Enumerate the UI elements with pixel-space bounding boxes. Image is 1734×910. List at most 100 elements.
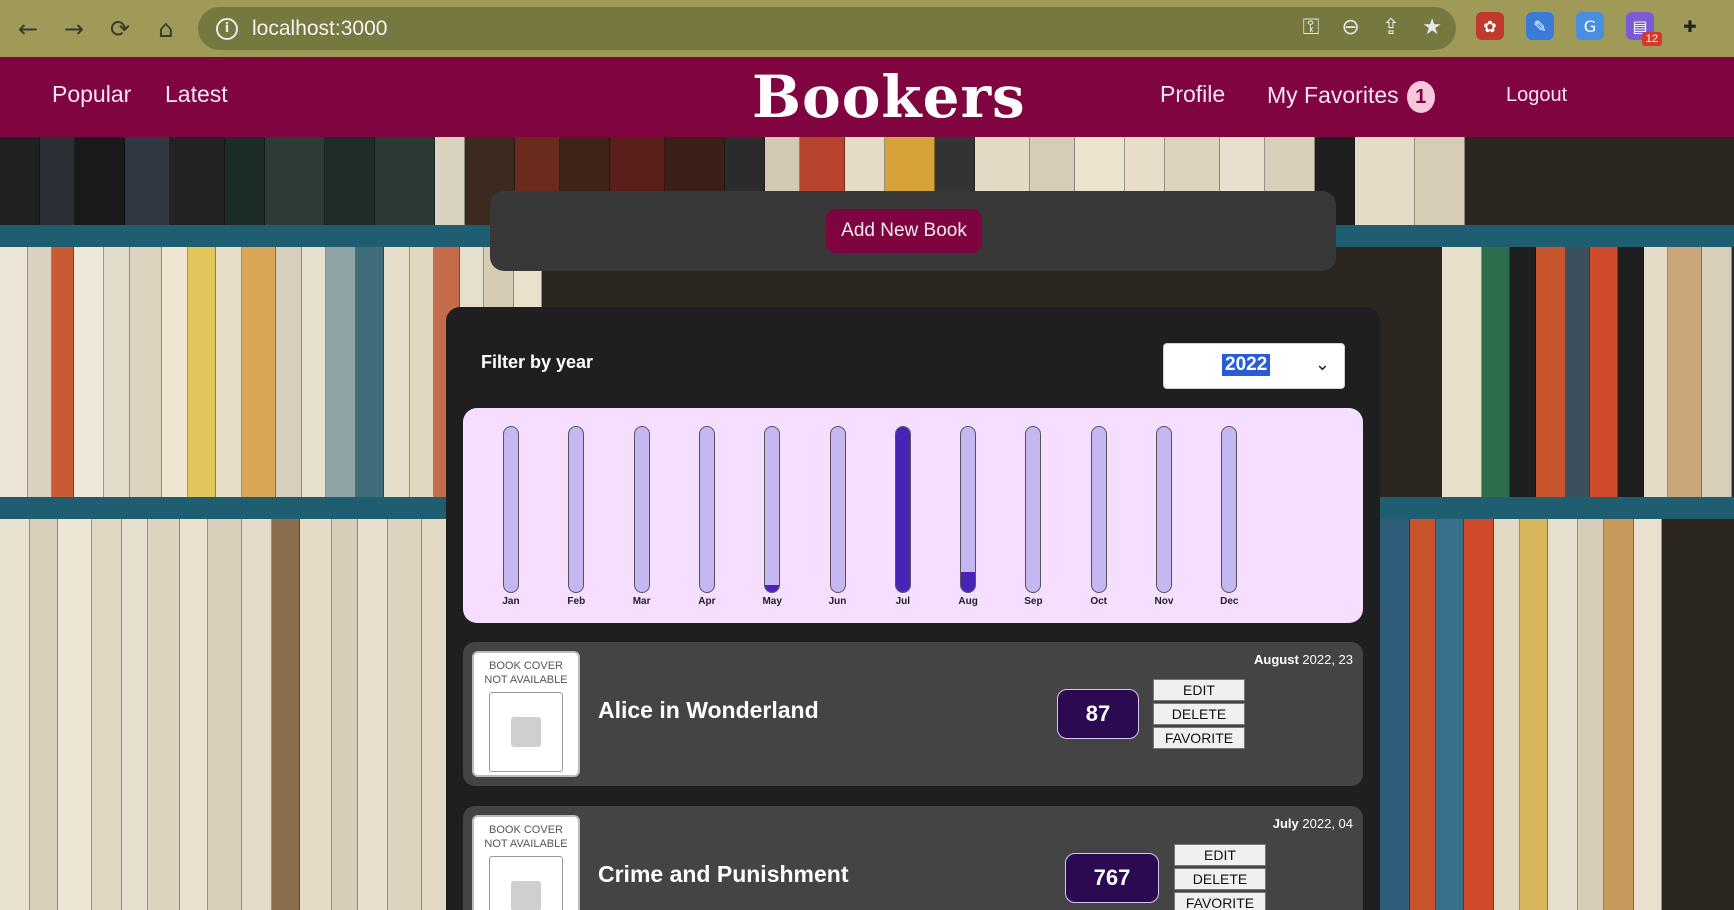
nav-favorites[interactable]: My Favorites 1	[1267, 81, 1435, 113]
puzzle-icon[interactable]: ✚	[1676, 12, 1704, 40]
chart-bar-track	[1156, 426, 1172, 593]
chart-bar-track	[894, 426, 911, 593]
book-cover-placeholder: BOOK COVER NOT AVAILABLE	[472, 651, 580, 777]
edit-button[interactable]: EDIT	[1153, 679, 1245, 701]
key-icon[interactable]: ⚿	[1303, 15, 1320, 40]
book-date: July 2022, 04	[1273, 816, 1353, 831]
books-panel: Filter by year 2022 ⌄ Jan Feb Mar Apr May Jun…	[446, 307, 1380, 910]
brand-logo[interactable]: Bookers	[752, 63, 1026, 131]
zoom-icon[interactable]: ⊖	[1341, 15, 1359, 40]
book-date-month: July	[1272, 816, 1299, 831]
book-icon	[511, 881, 541, 910]
chart-tick-label: Jan	[502, 596, 520, 607]
chart-bar-dec: Dec	[1209, 426, 1249, 607]
favorites-count-badge: 1	[1406, 81, 1435, 113]
eyedropper-icon[interactable]: ✎	[1526, 12, 1554, 40]
address-bar[interactable]: i localhost:3000 ⚿ ⊖ ⇪ ★	[198, 7, 1456, 50]
chart-bar-track	[633, 426, 650, 593]
cover-text-line2: NOT AVAILABLE	[484, 838, 568, 850]
book-score: 767	[1065, 853, 1159, 903]
book-card: BOOK COVER NOT AVAILABLE Alice in Wonderl…	[463, 642, 1363, 786]
chart-bar-track	[829, 426, 846, 593]
chart-tick-label: Jul	[895, 596, 911, 607]
add-book-panel: Add New Book	[490, 191, 1336, 271]
chart-bar-fill	[765, 585, 780, 592]
cover-text-line1: BOOK COVER	[489, 660, 563, 672]
delete-button[interactable]: DELETE	[1174, 868, 1266, 890]
chevron-down-icon: ⌄	[1314, 354, 1330, 375]
chart-bar-track	[764, 426, 781, 593]
browser-toolbar: ← → ⟳ ⌂ i localhost:3000 ⚿ ⊖ ⇪ ★ ✿ ✎ G ▤…	[0, 0, 1734, 57]
chart-tick-label: Apr	[698, 596, 716, 607]
chart-bar-may: May	[752, 426, 792, 607]
chart-bar-fill	[895, 427, 910, 592]
app-header: Popular Latest Bookers Profile My Favori…	[0, 57, 1734, 137]
chart-tick-label: Sep	[1024, 596, 1043, 607]
chart-bar-track	[503, 426, 519, 593]
back-icon[interactable]: ←	[10, 11, 46, 47]
book-cover-placeholder: BOOK COVER NOT AVAILABLE	[472, 815, 580, 910]
chart-tick-label: Feb	[567, 596, 586, 607]
site-info-icon[interactable]: i	[216, 17, 238, 40]
share-icon[interactable]: ⇪	[1382, 15, 1400, 40]
reload-icon[interactable]: ⟳	[102, 11, 138, 47]
chart-bar-jun: Jun	[818, 426, 858, 607]
chart-bar-track	[568, 426, 585, 593]
chart-tick-label: Mar	[632, 596, 651, 607]
chart-bar-fill	[961, 572, 976, 592]
extension-badge-icon[interactable]: ▤ 12	[1626, 12, 1662, 46]
year-select[interactable]: 2022 ⌄	[1163, 343, 1345, 389]
extension-icon[interactable]: ✿	[1476, 12, 1504, 40]
book-score: 87	[1057, 689, 1139, 739]
chart-bar-nov: Nov	[1144, 426, 1184, 607]
chart-bar-aug: Aug	[948, 426, 988, 607]
book-date-month: August	[1254, 652, 1299, 667]
chart-tick-label: Jun	[828, 596, 847, 607]
translate-icon[interactable]: G	[1576, 12, 1604, 40]
edit-button[interactable]: EDIT	[1174, 844, 1266, 866]
home-icon[interactable]: ⌂	[148, 11, 184, 47]
cover-text-line1: BOOK COVER	[489, 824, 563, 836]
chart-bar-jul: Jul	[883, 426, 923, 607]
monthly-chart: Jan Feb Mar Apr May Jun Jul Aug Sep Oct Nov Dec	[463, 408, 1363, 623]
chart-bar-sep: Sep	[1013, 426, 1053, 607]
nav-profile[interactable]: Profile	[1160, 81, 1225, 108]
bookmark-star-icon[interactable]: ★	[1422, 15, 1442, 40]
book-title[interactable]: Crime and Punishment	[598, 861, 848, 888]
chart-bar-track	[1025, 426, 1042, 593]
favorite-button[interactable]: FAVORITE	[1174, 892, 1266, 910]
extension-badge-count: 12	[1641, 32, 1662, 46]
nav-latest[interactable]: Latest	[165, 81, 228, 108]
nav-logout[interactable]: Logout	[1506, 84, 1567, 107]
chart-bar-jan: Jan	[491, 426, 531, 607]
nav-popular[interactable]: Popular	[52, 81, 131, 108]
chart-tick-label: Dec	[1220, 596, 1239, 607]
book-card: BOOK COVER NOT AVAILABLE Crime and Punish…	[463, 806, 1363, 910]
book-icon	[511, 717, 541, 747]
forward-icon[interactable]: →	[56, 11, 92, 47]
chart-bar-track	[698, 426, 715, 593]
chart-bar-track	[1090, 426, 1107, 593]
book-title[interactable]: Alice in Wonderland	[598, 697, 819, 724]
nav-favorites-label: My Favorites	[1267, 82, 1399, 109]
chart-bar-oct: Oct	[1079, 426, 1119, 607]
chart-bar-track	[960, 426, 977, 593]
chart-tick-label: Nov	[1154, 596, 1174, 607]
book-date-rest: 2022, 23	[1298, 652, 1353, 667]
add-new-book-button[interactable]: Add New Book	[826, 209, 982, 253]
chart-tick-label: Aug	[958, 596, 978, 607]
book-date: August 2022, 23	[1254, 652, 1353, 667]
filter-by-year-label: Filter by year	[481, 352, 594, 372]
chart-bar-apr: Apr	[687, 426, 727, 607]
delete-button[interactable]: DELETE	[1153, 703, 1245, 725]
address-bar-url[interactable]: localhost:3000	[252, 17, 387, 41]
chart-bar-track	[1221, 426, 1238, 593]
book-date-rest: 2022, 04	[1298, 816, 1353, 831]
chart-tick-label: Oct	[1090, 596, 1108, 607]
chart-bar-feb: Feb	[556, 426, 596, 607]
cover-text-line2: NOT AVAILABLE	[484, 674, 568, 686]
favorite-button[interactable]: FAVORITE	[1153, 727, 1245, 749]
chart-bar-mar: Mar	[622, 426, 662, 607]
year-select-value: 2022	[1222, 354, 1271, 376]
chart-tick-label: May	[762, 596, 782, 607]
